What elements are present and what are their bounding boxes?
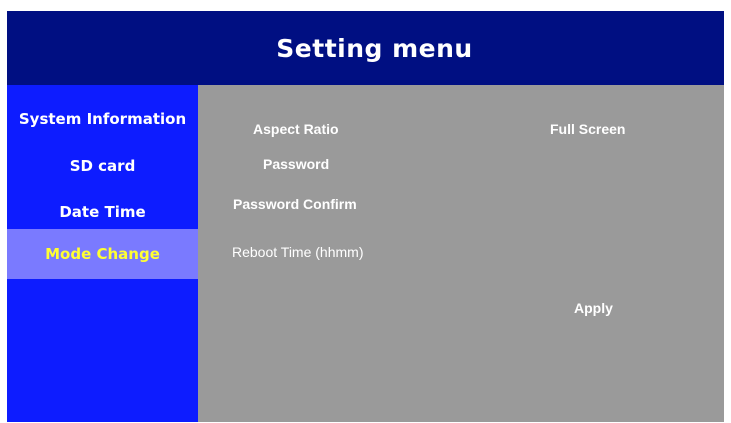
reboot-time-label: Reboot Time (hhmm) xyxy=(232,244,364,260)
header-bar: Setting menu xyxy=(7,11,724,85)
sidebar-item-sd-card[interactable]: SD card xyxy=(7,147,198,185)
sidebar-item-system-information[interactable]: System Information xyxy=(7,100,198,138)
sidebar-item-mode-change[interactable]: Mode Change xyxy=(7,229,198,279)
password-label: Password xyxy=(263,156,330,172)
settings-panel: Aspect Ratio Full Screen Password Passwo… xyxy=(198,85,724,422)
aspect-ratio-label: Aspect Ratio xyxy=(253,121,339,137)
sidebar-item-label: Mode Change xyxy=(45,245,160,263)
page-title: Setting menu xyxy=(276,33,473,63)
settings-window: Setting menu System Information SD card … xyxy=(7,11,724,422)
apply-button[interactable]: Apply xyxy=(574,300,613,316)
sidebar-item-date-time[interactable]: Date Time xyxy=(7,193,198,231)
aspect-ratio-value[interactable]: Full Screen xyxy=(550,121,625,137)
sidebar-item-label: System Information xyxy=(18,110,187,128)
sidebar-item-label: Date Time xyxy=(59,203,146,221)
sidebar-item-label: SD card xyxy=(69,157,136,175)
sidebar: System Information SD card Date Time Mod… xyxy=(7,85,198,422)
password-confirm-label: Password Confirm xyxy=(233,196,357,212)
